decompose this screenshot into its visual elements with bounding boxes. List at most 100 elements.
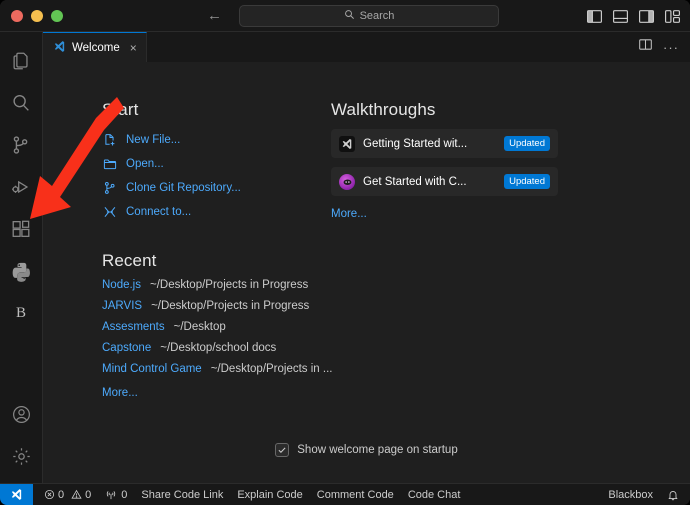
walkthroughs-heading: Walkthroughs — [331, 100, 436, 119]
welcome-left-column: Start New File... Open... Clone Git Repo… — [43, 100, 333, 401]
start-item-connect-to[interactable]: Connect to... — [102, 201, 331, 223]
recent-more-link[interactable]: More... — [102, 387, 138, 399]
ports-status[interactable]: 0 — [98, 484, 134, 505]
start-item-clone-git-repository[interactable]: Clone Git Repository... — [102, 177, 331, 199]
maximize-window-button[interactable] — [51, 9, 63, 22]
welcome-columns: Start New File... Open... Clone Git Repo… — [43, 62, 690, 401]
show-welcome-on-startup-label: Show welcome page on startup — [297, 444, 458, 456]
tab-close-icon[interactable]: × — [130, 41, 137, 55]
back-arrow-icon[interactable]: ← — [207, 8, 222, 23]
sidebar-item-explorer[interactable] — [0, 40, 43, 82]
tab-label: Welcome — [72, 41, 120, 54]
recent-item-path: ~/Desktop/Projects in Progress — [151, 300, 310, 312]
sidebar-item-run-and-debug[interactable] — [0, 166, 43, 208]
manage-settings-button[interactable] — [0, 435, 43, 477]
status-action-code-chat[interactable]: Code Chat — [401, 484, 468, 505]
show-welcome-on-startup-checkbox[interactable] — [275, 443, 290, 457]
walkthrough-badge: Updated — [504, 174, 550, 189]
recent-item-path: ~/Desktop/Projects in ... — [210, 363, 333, 375]
start-item-label: New File... — [126, 134, 181, 146]
start-heading: Start — [102, 100, 139, 119]
problems-status[interactable]: 0 0 — [37, 484, 98, 505]
accounts-button[interactable] — [0, 393, 43, 435]
walkthrough-item-getting-started-vscode[interactable]: Getting Started wit... Updated — [331, 129, 558, 158]
remote-window-button[interactable] — [0, 483, 33, 505]
start-item-open[interactable]: Open... — [102, 153, 331, 175]
traffic-lights — [0, 9, 63, 22]
error-count: 0 — [58, 488, 65, 501]
vscode-logo-icon — [339, 135, 355, 152]
toggle-panel-icon[interactable] — [612, 8, 629, 25]
editor-actions: ··· — [638, 32, 690, 62]
toggle-secondary-sidebar-icon[interactable] — [638, 8, 655, 25]
status-action-share-code-link[interactable]: Share Code Link — [134, 484, 230, 505]
walkthroughs-more-link[interactable]: More... — [331, 208, 367, 220]
start-list: New File... Open... Clone Git Repository… — [102, 129, 331, 223]
walkthrough-badge: Updated — [504, 136, 550, 151]
recent-item-name: JARVIS — [102, 300, 143, 312]
notifications-bell-button[interactable] — [660, 484, 690, 505]
recent-item-name: Node.js — [102, 279, 141, 291]
recent-item[interactable]: Node.js ~/Desktop/Projects in Progress — [102, 279, 331, 298]
recent-item[interactable]: Assesments ~/Desktop — [102, 321, 331, 340]
recent-heading: Recent — [102, 251, 157, 270]
status-bar: 0 0 0 Share Code Link Explain Code Comme… — [0, 483, 690, 505]
title-bar: ← → Search — [0, 0, 690, 32]
minimize-window-button[interactable] — [31, 9, 43, 22]
start-item-new-file[interactable]: New File... — [102, 129, 331, 151]
remote-connect-icon — [102, 205, 117, 220]
toggle-primary-sidebar-icon[interactable] — [586, 8, 603, 25]
walkthrough-item-get-started-copilot[interactable]: Get Started with C... Updated — [331, 167, 558, 196]
search-input[interactable]: Search — [239, 5, 499, 27]
workbench-body: B Welcome × ··· Start New File... Open..… — [0, 32, 690, 483]
ports-count: 0 — [121, 488, 128, 501]
sidebar-item-source-control[interactable] — [0, 124, 43, 166]
start-item-label: Open... — [126, 158, 164, 170]
walkthroughs-list: Getting Started wit... Updated Get Start… — [331, 129, 690, 196]
editor-area: Welcome × ··· Start New File... Open... … — [43, 32, 690, 483]
recent-item[interactable]: Mind Control Game ~/Desktop/Projects in … — [102, 363, 333, 382]
layout-controls — [586, 0, 681, 32]
vscode-window: ← → Search — [0, 0, 690, 505]
more-actions-icon[interactable]: ··· — [663, 40, 679, 55]
status-blackbox-label[interactable]: Blackbox — [601, 484, 660, 505]
start-item-label: Connect to... — [126, 206, 192, 218]
copilot-icon — [339, 173, 355, 190]
sidebar-item-python[interactable] — [0, 250, 43, 292]
activity-bar: B — [0, 32, 43, 483]
recent-item[interactable]: Capstone ~/Desktop/school docs — [102, 342, 331, 361]
sidebar-item-search[interactable] — [0, 82, 43, 124]
folder-open-icon — [102, 157, 117, 172]
new-file-icon — [102, 133, 117, 148]
warning-indicator: 0 — [71, 489, 91, 501]
tab-bar-filler — [146, 32, 638, 62]
recent-list: Node.js ~/Desktop/Projects in Progress J… — [102, 279, 333, 382]
vscode-icon — [53, 40, 66, 56]
recent-item[interactable]: JARVIS ~/Desktop/Projects in Progress — [102, 300, 331, 319]
welcome-page: Start New File... Open... Clone Git Repo… — [43, 62, 690, 483]
close-window-button[interactable] — [11, 9, 23, 22]
sidebar-item-label: B — [15, 304, 26, 321]
tab-bar: Welcome × ··· — [43, 32, 690, 62]
recent-item-name: Capstone — [102, 342, 152, 354]
tab-welcome[interactable]: Welcome × — [43, 32, 147, 62]
welcome-right-column: Walkthroughs Getting Started wit... Upda… — [331, 100, 690, 401]
recent-item-path: ~/Desktop/Projects in Progress — [150, 279, 309, 291]
start-item-label: Clone Git Repository... — [126, 182, 241, 194]
warning-count: 0 — [85, 488, 92, 501]
customize-layout-icon[interactable] — [664, 8, 681, 25]
sidebar-item-blackbox[interactable]: B — [0, 292, 43, 334]
status-action-explain-code[interactable]: Explain Code — [230, 484, 309, 505]
split-editor-right-icon[interactable] — [638, 37, 653, 57]
walkthrough-title: Getting Started wit... — [363, 137, 468, 150]
recent-item-name: Mind Control Game — [102, 363, 202, 375]
error-indicator: 0 — [44, 489, 64, 501]
welcome-footer: Show welcome page on startup — [43, 443, 690, 457]
git-branch-icon — [102, 181, 117, 196]
status-action-comment-code[interactable]: Comment Code — [310, 484, 401, 505]
search-icon — [344, 9, 355, 23]
recent-item-path: ~/Desktop/school docs — [160, 342, 277, 354]
walkthrough-title: Get Started with C... — [363, 175, 467, 188]
sidebar-item-extensions[interactable] — [0, 208, 43, 250]
recent-item-name: Assesments — [102, 321, 165, 333]
